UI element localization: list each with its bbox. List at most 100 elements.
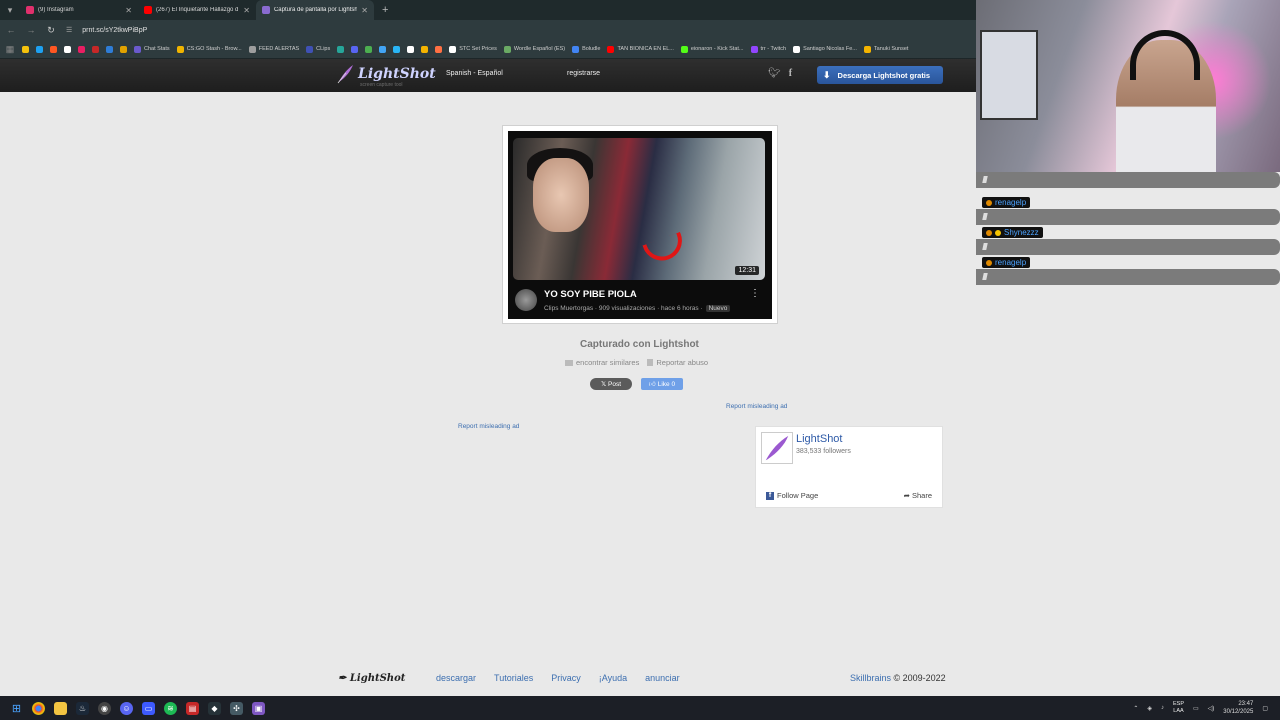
bookmark-item[interactable]: Wordle Español (ES) bbox=[503, 45, 565, 53]
clock-date: 30/12/2025 bbox=[1223, 709, 1254, 715]
bookmark-item[interactable] bbox=[435, 45, 443, 53]
register-link[interactable]: registrarse bbox=[567, 70, 600, 77]
tab-instagram[interactable]: (9) Instagram ✕ bbox=[20, 0, 138, 20]
lightshot-page-avatar[interactable] bbox=[761, 432, 793, 464]
windows-start-icon[interactable]: ⊞ bbox=[10, 702, 23, 715]
like-button[interactable]: 👍︎ Like 0 bbox=[641, 378, 683, 390]
image-icon bbox=[565, 359, 573, 366]
report-ad-link[interactable]: Report misleading ad bbox=[726, 403, 787, 410]
lightshot-logo[interactable]: LightShot screen capture tool bbox=[336, 64, 436, 88]
chat-message: Shynezzz bbox=[976, 226, 1280, 256]
app-icon[interactable]: ◆ bbox=[208, 701, 221, 715]
footer-link-download[interactable]: descargar bbox=[436, 673, 476, 683]
chevron-up-icon[interactable]: ⌃ bbox=[1133, 705, 1138, 712]
bookmark-item[interactable]: CLips bbox=[306, 45, 330, 53]
obs-icon[interactable]: ◉ bbox=[98, 701, 111, 715]
thumbs-up-icon: 👍︎ bbox=[648, 381, 656, 388]
url-field[interactable]: prnt.sc/sY2tkwPiBpP bbox=[82, 27, 147, 34]
wifi-icon[interactable]: ◈ bbox=[1147, 705, 1152, 712]
tab-search-icon[interactable]: ▾ bbox=[0, 0, 20, 20]
bookmark-item[interactable] bbox=[120, 45, 127, 53]
footer-link-help[interactable]: ¡Ayuda bbox=[599, 673, 627, 683]
bookmark-item[interactable] bbox=[407, 45, 415, 53]
window-icon[interactable]: ▭ bbox=[142, 701, 155, 715]
footer-link-privacy[interactable]: Privacy bbox=[551, 673, 581, 683]
bookmark-item[interactable] bbox=[64, 45, 71, 53]
feather-icon bbox=[337, 65, 353, 84]
app-icon[interactable]: ✣ bbox=[230, 701, 243, 715]
close-icon[interactable]: ✕ bbox=[125, 6, 132, 15]
close-icon[interactable]: ✕ bbox=[361, 6, 368, 15]
tab-lightshot[interactable]: Captura de pantalla por Lightsh ✕ bbox=[256, 0, 374, 20]
find-similar-label: encontrar similares bbox=[576, 358, 640, 367]
bookmark-item[interactable] bbox=[393, 45, 401, 53]
post-label: Post bbox=[608, 380, 622, 388]
bookmark-item[interactable] bbox=[365, 45, 373, 53]
bookmark-item[interactable]: Boludle bbox=[572, 45, 600, 53]
mic-icon[interactable]: ♪ bbox=[1161, 705, 1164, 711]
bookmark-item[interactable]: FEED ALERTAS bbox=[248, 45, 299, 53]
bookmark-item[interactable] bbox=[36, 45, 43, 53]
site-info-icon[interactable]: ☰ bbox=[66, 26, 72, 34]
background-monitor bbox=[980, 30, 1038, 120]
facebook-icon[interactable]: f bbox=[789, 68, 792, 79]
bookmark-item[interactable]: eionaron - Kick Stat... bbox=[680, 45, 744, 53]
youtube-icon bbox=[144, 6, 152, 14]
find-similar-link[interactable]: encontrar similares bbox=[565, 358, 639, 367]
bookmark-item[interactable] bbox=[92, 45, 99, 53]
spotify-icon[interactable]: ≋ bbox=[164, 701, 177, 715]
bookmark-icon bbox=[50, 45, 57, 53]
clock[interactable]: 23:47 30/12/2025 bbox=[1223, 700, 1253, 716]
bookmark-item[interactable]: STC Set Prices bbox=[449, 45, 497, 53]
bookmark-item[interactable] bbox=[379, 45, 387, 53]
page-name[interactable]: LightShot bbox=[796, 433, 842, 445]
volume-icon[interactable]: ◁) bbox=[1208, 705, 1215, 712]
company-link[interactable]: Skillbrains bbox=[850, 673, 891, 683]
share-button[interactable]: ➦ Share bbox=[904, 491, 932, 500]
bookmark-item[interactable] bbox=[421, 45, 429, 53]
monitor-icon[interactable]: ▭ bbox=[1193, 705, 1199, 712]
bookmark-item[interactable]: Chat Stats bbox=[134, 45, 170, 53]
bookmark-item[interactable]: CS:GO Stash - Brow... bbox=[176, 45, 242, 53]
chat-message: renagelp bbox=[976, 196, 1280, 226]
footer-link-advertise[interactable]: anunciar bbox=[645, 673, 680, 683]
follow-page-button[interactable]: f Follow Page bbox=[766, 491, 818, 500]
language-indicator[interactable]: ESP LAA bbox=[1173, 701, 1184, 715]
bookmark-item[interactable] bbox=[337, 45, 345, 53]
bookmark-item[interactable]: trr - Twitch bbox=[750, 45, 786, 53]
twitter-icon[interactable]: 🐦︎ bbox=[768, 68, 781, 79]
report-ad-link[interactable]: Report misleading ad bbox=[458, 423, 519, 430]
bookmark-item[interactable] bbox=[351, 45, 359, 53]
forward-icon[interactable]: → bbox=[26, 25, 36, 35]
bookmark-item[interactable]: Tanuki Sunset bbox=[863, 45, 908, 53]
bookmark-item[interactable]: TAN BIONICA EN EL... bbox=[607, 45, 674, 53]
back-icon[interactable]: ← bbox=[6, 25, 16, 35]
screenshot-image[interactable]: 12:31 YO SOY PIBE PIOLA Clips Muertorgas… bbox=[502, 125, 778, 324]
bookmark-item[interactable]: Santiago Nicolas Fe... bbox=[793, 45, 857, 53]
apps-icon[interactable]: ▦ bbox=[5, 44, 15, 55]
report-abuse-link[interactable]: Reportar abuso bbox=[647, 358, 708, 367]
reload-icon[interactable]: ↻ bbox=[46, 25, 56, 36]
chrome-icon[interactable] bbox=[32, 701, 45, 715]
bookmark-item[interactable] bbox=[106, 45, 113, 53]
new-tab-icon[interactable]: + bbox=[382, 4, 388, 16]
language-selector[interactable]: Spanish - Español bbox=[446, 70, 503, 77]
discord-icon[interactable]: ☺ bbox=[120, 701, 133, 715]
bookmark-label: TAN BIONICA EN EL... bbox=[617, 46, 674, 52]
bookmark-item[interactable] bbox=[50, 45, 57, 53]
download-button[interactable]: ⬇ Descarga Lightshot gratis bbox=[817, 66, 943, 84]
app-icon[interactable]: ▣ bbox=[252, 701, 265, 715]
post-button[interactable]: 𝕏 Post bbox=[590, 378, 632, 390]
windows-taskbar: ⊞ ♨ ◉ ☺ ▭ ≋ ▤ ◆ ✣ ▣ ⌃ ◈ ♪ ESP LAA ▭ ◁) 23… bbox=[0, 696, 1280, 720]
footer-link-tutorials[interactable]: Tutoriales bbox=[494, 673, 533, 683]
footer-logo[interactable]: ✒ LightShot bbox=[338, 673, 405, 684]
tab-youtube[interactable]: (267) El Inquietante Hallazgo d ✕ bbox=[138, 0, 256, 20]
notifications-icon[interactable]: ▢ bbox=[1262, 705, 1268, 712]
file-explorer-icon[interactable] bbox=[54, 701, 67, 715]
bookmark-item[interactable] bbox=[22, 45, 29, 53]
steam-icon[interactable]: ♨ bbox=[76, 701, 89, 715]
close-icon[interactable]: ✕ bbox=[243, 6, 250, 15]
calendar-icon[interactable]: ▤ bbox=[186, 701, 199, 715]
bookmark-item[interactable] bbox=[78, 45, 85, 53]
facebook-page-widget: LightShot 383,533 followers f Follow Page… bbox=[755, 426, 943, 508]
